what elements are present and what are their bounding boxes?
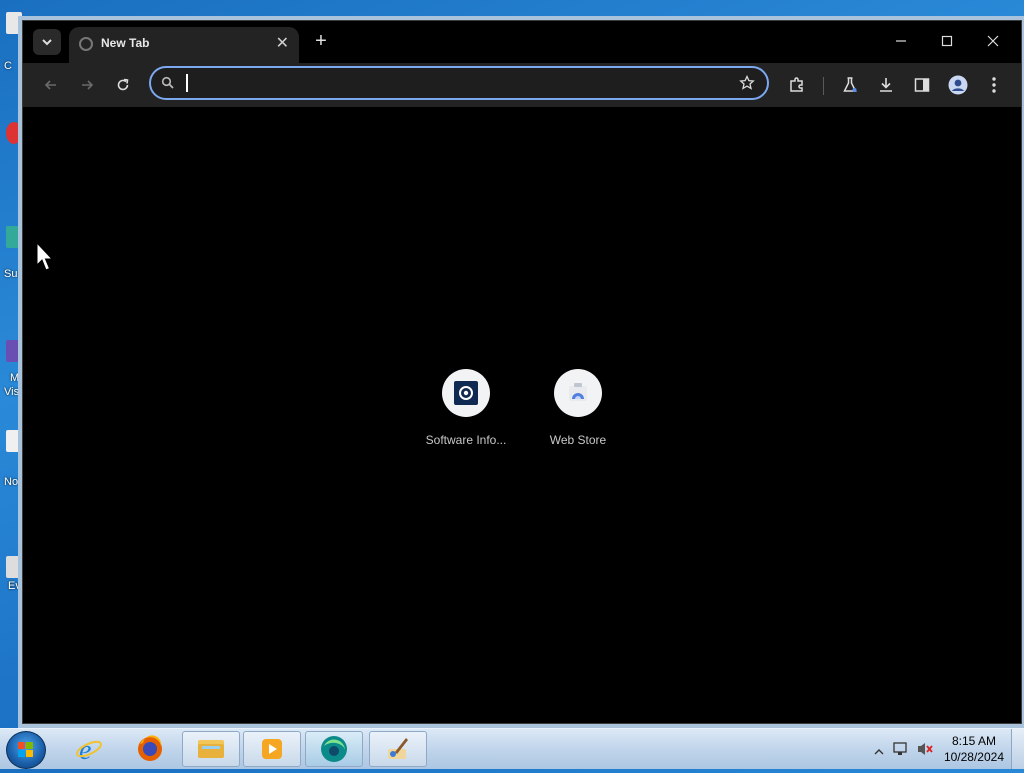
media-player-icon xyxy=(262,739,282,759)
close-window-button[interactable] xyxy=(979,29,1007,53)
flask-icon xyxy=(843,77,857,92)
shortcut-tile[interactable] xyxy=(554,369,602,417)
windows-logo-icon xyxy=(18,742,33,757)
desktop-label: Su xyxy=(4,268,18,280)
mouse-cursor-icon xyxy=(36,241,54,277)
desktop-icon-app[interactable] xyxy=(6,122,22,144)
clock-date: 10/28/2024 xyxy=(943,750,1004,764)
desktop-icon-support[interactable] xyxy=(6,226,22,248)
file-explorer-icon xyxy=(198,740,224,758)
shortcut-software-info[interactable]: Software Info... xyxy=(411,369,521,447)
address-input[interactable] xyxy=(185,72,729,96)
desktop-area: C Su M Vis No Ev xyxy=(0,0,24,728)
downloads-button[interactable] xyxy=(874,73,898,97)
desktop-label: Vis xyxy=(4,386,20,398)
kebab-menu-icon xyxy=(992,77,996,93)
desktop-label: Ev xyxy=(8,580,21,592)
plus-icon: + xyxy=(315,30,327,52)
reload-icon xyxy=(117,78,129,91)
globe-icon xyxy=(79,37,93,51)
close-icon xyxy=(987,35,999,47)
toolbar-separator xyxy=(823,77,824,95)
taskbar: e 8:15 AM 10/28/2024 xyxy=(0,728,1024,769)
maximize-button[interactable] xyxy=(933,29,961,53)
shortcut-tile[interactable] xyxy=(442,369,490,417)
network-icon[interactable] xyxy=(892,741,908,762)
desktop-label: M xyxy=(10,372,20,384)
taskbar-file-explorer[interactable] xyxy=(182,731,240,767)
taskbar-internet-explorer[interactable]: e xyxy=(60,731,118,767)
desktop-icon-visual-studio[interactable] xyxy=(6,340,22,362)
browser-icon xyxy=(321,736,347,762)
browser-toolbar xyxy=(23,63,1021,107)
extensions-button[interactable] xyxy=(785,73,809,97)
chevron-down-icon xyxy=(42,39,52,46)
show-desktop-button[interactable] xyxy=(1011,729,1024,769)
web-store-icon xyxy=(569,383,587,401)
svg-text:e: e xyxy=(79,735,91,764)
start-button[interactable] xyxy=(6,731,46,769)
system-tray: 8:15 AM 10/28/2024 xyxy=(864,729,1024,769)
profile-icon xyxy=(948,75,968,95)
desktop-icon-computer[interactable] xyxy=(6,12,22,34)
address-bar[interactable] xyxy=(149,66,769,100)
labs-button[interactable] xyxy=(838,73,862,97)
show-hidden-icons-icon[interactable] xyxy=(874,743,884,761)
tab-title: New Tab xyxy=(101,36,150,50)
side-panel-button[interactable] xyxy=(910,73,934,97)
tab-new-tab[interactable]: New Tab ✕ xyxy=(69,27,299,63)
puzzle-icon xyxy=(790,77,803,92)
paint-brush-icon xyxy=(388,738,408,759)
desktop-icon-notepad[interactable] xyxy=(6,430,22,452)
menu-button[interactable] xyxy=(982,73,1006,97)
arrow-right-icon xyxy=(82,80,94,90)
minimize-button[interactable] xyxy=(887,29,915,53)
minimize-icon xyxy=(896,40,906,42)
tab-strip: New Tab ✕ + xyxy=(23,21,1021,63)
software-info-icon xyxy=(454,381,478,405)
download-icon xyxy=(880,78,892,92)
close-icon[interactable]: ✕ xyxy=(276,33,289,53)
shortcut-label: Software Info... xyxy=(425,433,507,447)
browser-window: New Tab ✕ + Software Info... Web Store xyxy=(22,20,1022,724)
taskbar-firefox[interactable] xyxy=(121,731,179,767)
desktop-icon-event[interactable] xyxy=(6,556,22,578)
taskbar-media-player[interactable] xyxy=(243,731,301,767)
side-panel-icon xyxy=(914,78,930,92)
reload-button[interactable] xyxy=(111,73,135,97)
firefox-icon xyxy=(138,735,162,761)
profile-button[interactable] xyxy=(946,73,970,97)
volume-muted-icon[interactable] xyxy=(916,741,934,762)
maximize-icon xyxy=(941,35,953,47)
back-button[interactable] xyxy=(39,73,63,97)
shortcut-web-store[interactable]: Web Store xyxy=(523,369,633,447)
clock-time: 8:15 AM xyxy=(951,734,996,748)
text-caret xyxy=(186,74,188,92)
new-tab-button[interactable]: + xyxy=(309,29,333,53)
search-icon xyxy=(161,76,175,95)
taskbar-browser[interactable] xyxy=(305,731,363,767)
taskbar-paint[interactable] xyxy=(369,731,427,767)
desktop-label: No xyxy=(4,476,19,488)
desktop-label: C xyxy=(4,60,12,72)
taskbar-clock[interactable]: 8:15 AM 10/28/2024 xyxy=(944,733,1004,765)
arrow-left-icon xyxy=(44,80,56,90)
internet-explorer-icon: e xyxy=(76,735,102,764)
shortcut-label: Web Store xyxy=(549,433,607,447)
new-tab-page: Software Info... Web Store xyxy=(23,107,1021,723)
forward-button[interactable] xyxy=(75,73,99,97)
star-icon[interactable] xyxy=(739,74,755,96)
tab-search-button[interactable] xyxy=(33,29,61,55)
